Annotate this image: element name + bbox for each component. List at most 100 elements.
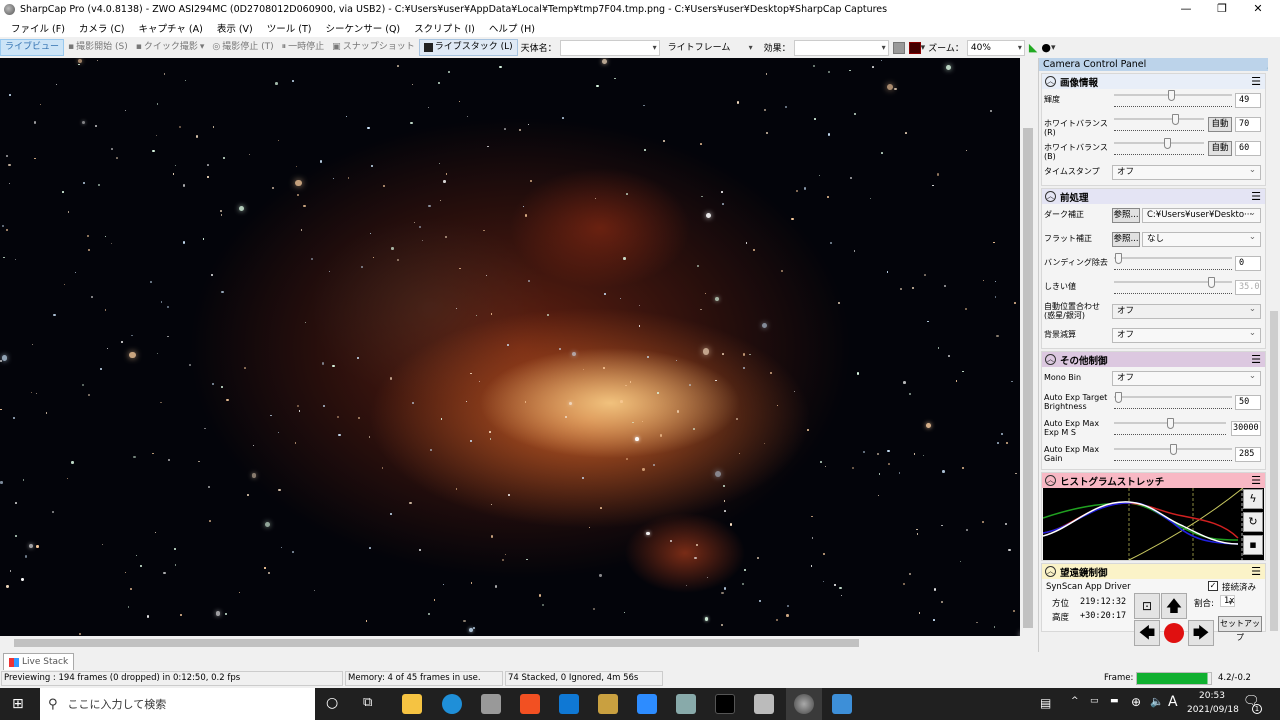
- menu-scripting[interactable]: スクリプト (I): [407, 21, 482, 35]
- banding-input[interactable]: 0: [1235, 256, 1261, 271]
- target-name-combo[interactable]: [559, 39, 660, 56]
- scrollbar-thumb[interactable]: [14, 639, 859, 647]
- meet-icon[interactable]: ▭: [1090, 696, 1099, 706]
- minimize-button[interactable]: —: [1170, 0, 1202, 18]
- chevron-down-icon[interactable]: ▾: [1051, 43, 1056, 53]
- snapshot-button[interactable]: ▣ スナップショット: [328, 39, 419, 56]
- wb-blue-auto-button[interactable]: 自動: [1208, 141, 1232, 156]
- clock-date[interactable]: 2021/09/18: [1187, 705, 1239, 715]
- news-icon[interactable]: ▤: [1040, 696, 1051, 710]
- section-header[interactable]: ︿ その他制御 ☰: [1042, 352, 1265, 367]
- magnifier-icon[interactable]: ●: [1041, 41, 1051, 54]
- brightness-input[interactable]: 49: [1235, 93, 1261, 108]
- slider-knob[interactable]: [1115, 392, 1122, 403]
- collapse-icon[interactable]: ︿: [1045, 191, 1056, 202]
- menu-help[interactable]: ヘルプ (H): [482, 21, 542, 35]
- zoom-combo[interactable]: 40%: [966, 39, 1025, 56]
- menu-camera[interactable]: カメラ (C): [72, 21, 132, 35]
- restore-button[interactable]: ❐: [1206, 0, 1238, 18]
- frame-type-combo[interactable]: ライトフレーム: [664, 40, 756, 56]
- menu-file[interactable]: ファイル (F): [4, 21, 72, 35]
- stop-capture-button[interactable]: ◎ 撮影停止 (T): [208, 39, 277, 56]
- timestamp-select[interactable]: オフ: [1112, 164, 1261, 180]
- move-west-button[interactable]: 🡄: [1134, 620, 1160, 646]
- dark-select[interactable]: C:¥Users¥user¥Deskto···: [1142, 207, 1261, 223]
- app-icon[interactable]: [715, 694, 735, 714]
- collapse-icon[interactable]: ︿: [1045, 354, 1056, 365]
- histogram-plot[interactable]: [1043, 488, 1245, 560]
- menu-capture[interactable]: キャプチャ (A): [131, 21, 209, 35]
- threshold-slider[interactable]: [1114, 277, 1232, 288]
- slider-knob[interactable]: [1171, 114, 1179, 125]
- connected-checkbox[interactable]: ✓: [1208, 581, 1218, 591]
- volume-icon[interactable]: 🔈: [1150, 695, 1164, 708]
- auto-exp-gain-slider[interactable]: [1114, 444, 1232, 455]
- scrollbar-thumb[interactable]: [1023, 128, 1033, 628]
- slider-knob[interactable]: [1163, 138, 1171, 149]
- slider-knob[interactable]: [1168, 90, 1176, 101]
- scrollbar-thumb[interactable]: [1270, 311, 1278, 631]
- quick-capture-button[interactable]: ▪ クイック撮影 ▾: [132, 39, 209, 56]
- image-viewer[interactable]: [0, 58, 1020, 636]
- wb-red-input[interactable]: 70: [1235, 117, 1261, 132]
- pause-button[interactable]: ⏸ 一時停止: [278, 39, 329, 56]
- section-header[interactable]: ︿ ヒストグラムストレッチ ☰: [1042, 473, 1265, 488]
- save-icon[interactable]: ▪: [1243, 535, 1263, 555]
- sharpcap-taskbar-button[interactable]: [786, 688, 822, 720]
- photos-icon[interactable]: [832, 694, 852, 714]
- cortana-icon[interactable]: ○: [326, 695, 338, 711]
- battery-icon[interactable]: ▬: [1110, 696, 1119, 706]
- rate-select[interactable]: 1x: [1220, 595, 1236, 607]
- app-icon[interactable]: [676, 694, 696, 714]
- dark-browse-button[interactable]: 参照...: [1112, 208, 1140, 223]
- reset-icon[interactable]: ↻: [1243, 512, 1263, 532]
- crosshair-icon[interactable]: [908, 41, 921, 54]
- start-capture-button[interactable]: ▪ 撮影開始 (S): [64, 39, 132, 56]
- collapse-icon[interactable]: ︿: [1045, 76, 1056, 87]
- setup-button[interactable]: セットアップ: [1218, 616, 1262, 642]
- paint-icon[interactable]: [598, 694, 618, 714]
- auto-stretch-button[interactable]: ϟ: [1243, 489, 1263, 509]
- close-button[interactable]: ✕: [1242, 0, 1274, 18]
- mail-icon[interactable]: [559, 694, 579, 714]
- section-header[interactable]: ︿ 前処理 ☰: [1042, 189, 1265, 204]
- store-icon[interactable]: [520, 694, 540, 714]
- grayscale-icon[interactable]: [892, 41, 905, 54]
- stop-button[interactable]: [1164, 623, 1184, 643]
- panel-scrollbar[interactable]: [1268, 71, 1280, 641]
- network-icon[interactable]: ⊕: [1131, 695, 1141, 709]
- wb-blue-slider[interactable]: [1114, 138, 1204, 149]
- file-explorer-icon[interactable]: [402, 694, 422, 714]
- goto-icon[interactable]: ⊡: [1134, 593, 1160, 619]
- flat-browse-button[interactable]: 参照...: [1112, 232, 1140, 247]
- auto-exp-target-slider[interactable]: [1114, 392, 1232, 403]
- slider-knob[interactable]: [1169, 444, 1177, 455]
- ime-indicator[interactable]: A: [1168, 694, 1178, 710]
- slider-knob[interactable]: [1115, 253, 1122, 264]
- collapse-icon[interactable]: ︿: [1045, 475, 1056, 486]
- move-east-button[interactable]: 🡆: [1188, 620, 1214, 646]
- auto-exp-gain-input[interactable]: 285: [1235, 447, 1261, 462]
- hamburger-menu-icon[interactable]: ☰: [1251, 565, 1261, 578]
- auto-exp-target-input[interactable]: 50: [1235, 395, 1261, 410]
- viewer-horizontal-scrollbar[interactable]: [0, 636, 1036, 650]
- pin-icon[interactable]: 📌: [1266, 58, 1268, 71]
- banding-slider[interactable]: [1114, 253, 1232, 264]
- auto-exp-max-input[interactable]: 30000: [1231, 421, 1261, 436]
- chevron-up-icon[interactable]: ^: [1071, 696, 1079, 706]
- collapse-icon[interactable]: ︿: [1045, 566, 1056, 577]
- taskbar-search[interactable]: ⚲ ここに入力して検索: [40, 688, 315, 720]
- live-stack-button[interactable]: ライブスタック (L): [418, 39, 518, 56]
- histogram[interactable]: ϟ ↻ ▪: [1043, 488, 1264, 560]
- app-icon[interactable]: [481, 694, 501, 714]
- wb-red-slider[interactable]: [1114, 114, 1204, 125]
- section-header[interactable]: ︿ 画像情報 ☰: [1042, 74, 1265, 89]
- live-view-button[interactable]: ライブビュー: [0, 39, 65, 56]
- windows-start-icon[interactable]: ⊞: [12, 696, 24, 712]
- menu-view[interactable]: 表示 (V): [210, 21, 260, 35]
- histogram-icon[interactable]: ◣: [1029, 41, 1037, 54]
- effect-combo[interactable]: [793, 39, 889, 56]
- flat-select[interactable]: なし: [1142, 231, 1261, 247]
- auto-exp-max-slider[interactable]: [1114, 418, 1226, 429]
- clock-time[interactable]: 20:53: [1199, 691, 1225, 701]
